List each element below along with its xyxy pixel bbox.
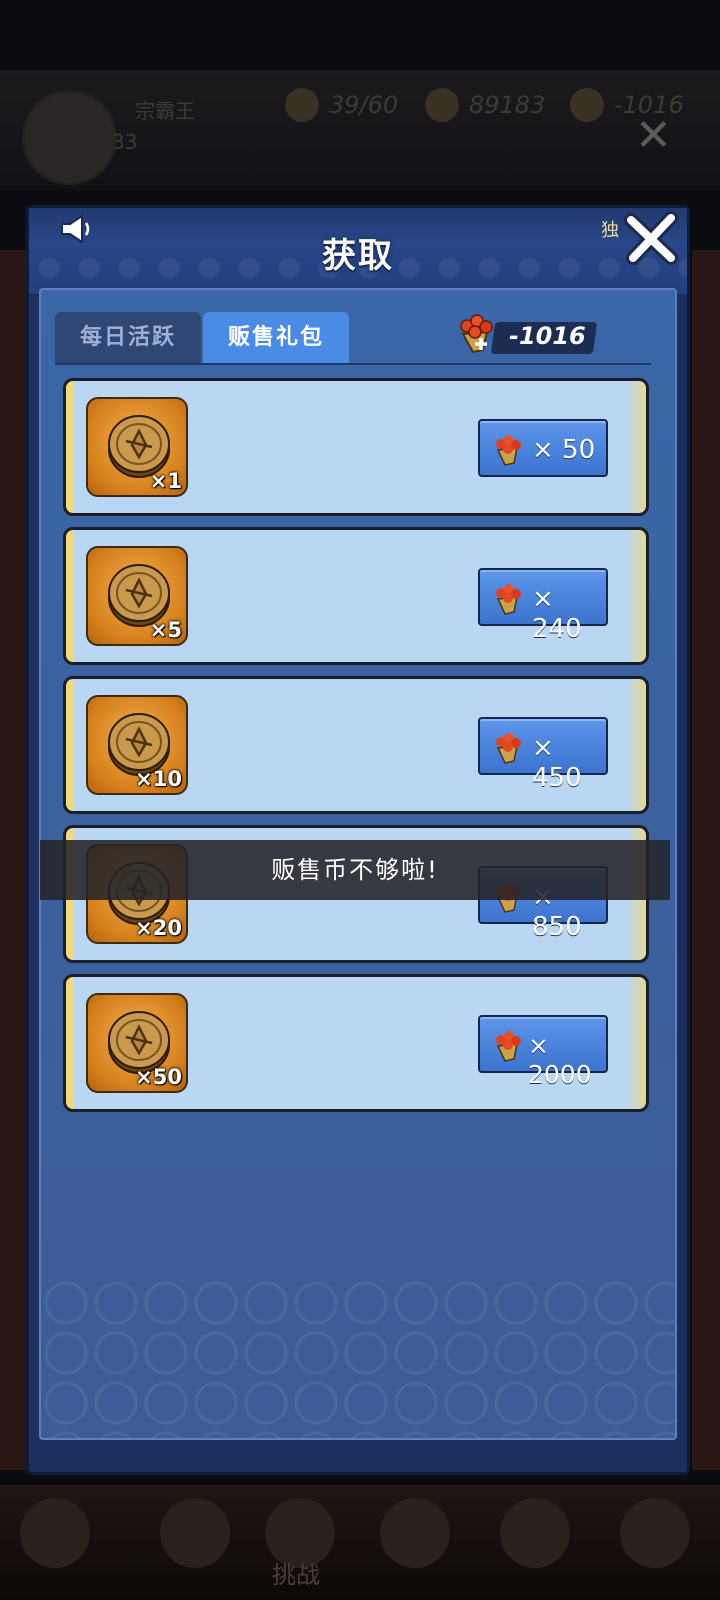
background-player-name: 宗霸王	[135, 99, 195, 123]
item-slot[interactable]: ×50	[86, 993, 188, 1093]
background-resource-stamina: 39/60	[285, 88, 398, 122]
background-nav-icon	[500, 1498, 570, 1568]
corner-label: 独	[601, 220, 619, 241]
background-nav-icon	[160, 1498, 230, 1568]
item-slot[interactable]: ×10	[86, 695, 188, 795]
sale-currency-icon	[496, 1031, 521, 1062]
item-quantity: ×50	[135, 1065, 182, 1089]
list-item: ×5 × 240	[63, 527, 649, 665]
gold-icon	[425, 88, 459, 122]
background-nav-icon	[620, 1498, 690, 1568]
modal-title: 获取	[322, 236, 394, 276]
sale-currency-icon	[496, 435, 521, 466]
background-player-level: 33	[112, 130, 138, 154]
background-close-icon: ✕	[635, 110, 672, 161]
close-icon[interactable]	[623, 210, 679, 266]
buy-button[interactable]: × 450	[478, 717, 608, 793]
background-avatar	[22, 90, 117, 185]
currency-value: -1016	[509, 322, 586, 350]
price-label: × 50	[532, 435, 596, 465]
item-slot[interactable]: ×5	[86, 546, 188, 646]
price-label: × 2000	[528, 1031, 592, 1089]
item-quantity: ×5	[149, 618, 182, 642]
sale-coin-icon	[570, 88, 604, 122]
background-resource-gold: 89183	[425, 88, 545, 122]
background-side-right	[692, 250, 720, 1470]
background-side-left	[0, 250, 28, 1470]
stamina-icon	[285, 88, 319, 122]
price-label: × 450	[532, 733, 582, 793]
item-slot[interactable]: ×1	[86, 397, 188, 497]
decorative-pattern	[41, 1278, 675, 1438]
buy-button[interactable]: × 50	[478, 419, 608, 477]
item-quantity: ×20	[135, 916, 182, 940]
background-nav-label: 挑战	[272, 1561, 320, 1589]
list-item: ×50 × 2000	[63, 974, 649, 1112]
background-nav-icon	[20, 1498, 90, 1568]
buy-button[interactable]: × 240	[478, 568, 608, 644]
background-nav-icon	[380, 1498, 450, 1568]
item-quantity: ×1	[149, 469, 182, 493]
buy-button[interactable]: × 2000	[478, 1015, 608, 1089]
price-label: × 240	[532, 584, 582, 644]
item-quantity: ×10	[135, 767, 182, 791]
tab-daily-activity[interactable]: 每日活跃	[55, 312, 201, 364]
list-item: ×1 × 50	[63, 378, 649, 516]
toast-message: 贩售币不够啦!	[40, 840, 670, 900]
currency-display: -1016	[453, 310, 603, 358]
list-item: ×10 × 450	[63, 676, 649, 814]
tab-sale-pack[interactable]: 贩售礼包	[203, 312, 349, 364]
background-bottom-nav	[0, 1485, 720, 1600]
modal-header: 获取 独	[29, 208, 687, 296]
sale-currency-icon	[496, 584, 521, 615]
sale-currency-icon[interactable]	[453, 310, 499, 356]
sale-currency-icon	[496, 733, 521, 764]
